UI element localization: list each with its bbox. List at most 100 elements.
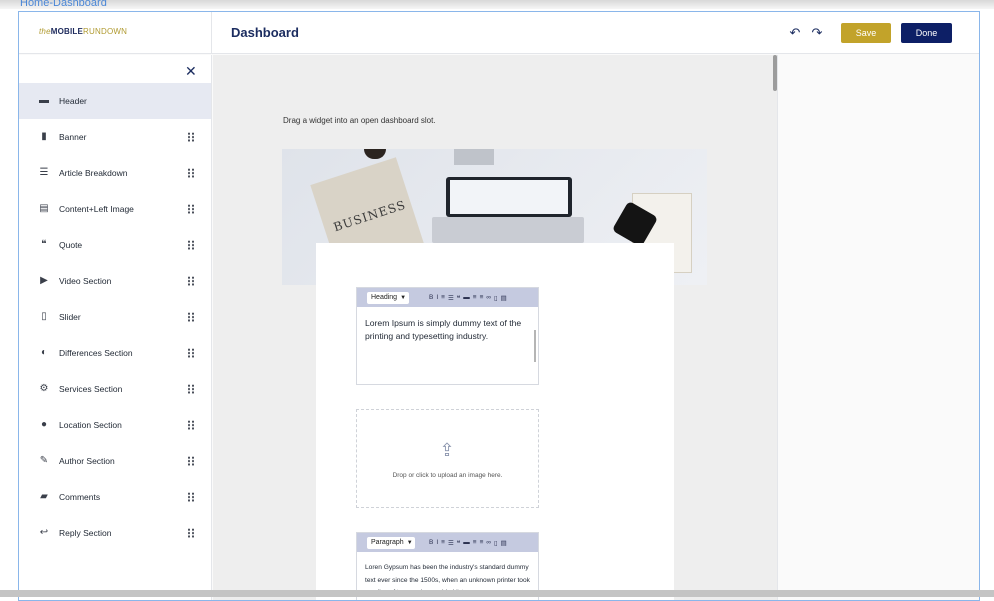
editor-frame: theMOBILERUNDOWN Dashboard ↶ ↷ Save Done… [18,11,980,601]
chevron-down-icon: ▼ [400,294,407,301]
location-pin-icon: ● [40,419,48,430]
heading-editor[interactable]: Heading ▼ B I ≡ ☰ ❝ ▬ ≡ ≡ ∞ ▯ ▤ Lorem Ip… [356,287,539,385]
logo-bold: MOBILE [50,27,84,36]
logo: theMOBILERUNDOWN [39,27,127,36]
file-icon[interactable]: ▯ [494,294,498,302]
mug-shape [364,149,386,159]
drag-handle-icon[interactable] [187,132,195,142]
sidebar-item-comments[interactable]: ▰ Comments [19,479,211,515]
sidebar-item-article-breakdown[interactable]: ☰ Article Breakdown [19,155,211,191]
quote-icon[interactable]: ❝ [457,294,461,302]
sidebar-item-label: Header [59,96,87,106]
drag-handle-icon[interactable] [187,168,195,178]
sidebar-item-slider[interactable]: ▯ Slider [19,299,211,335]
toggle-icon: ◐ [40,347,48,358]
italic-icon[interactable]: I [436,539,438,547]
sidebar-item-banner[interactable]: ▮ Banner [19,119,211,155]
laptop-base-shape [432,217,584,243]
drag-handle-icon[interactable] [187,240,195,250]
sidebar-item-header[interactable]: ▬ Header [19,83,211,119]
banner-icon: ▮ [41,131,47,142]
sidebar-item-location-section[interactable]: ● Location Section [19,407,211,443]
sidebar-item-label: Services Section [59,384,123,394]
italic-icon[interactable]: I [436,294,438,302]
sidebar-item-label: Video Section [59,276,112,286]
editor-scrollbar[interactable] [534,330,536,362]
quote-icon: ❝ [41,239,47,250]
quote-icon[interactable]: ❝ [457,539,461,547]
undo-icon[interactable]: ↶ [787,25,803,41]
image-icon[interactable]: ▤ [501,539,507,547]
drag-handle-icon[interactable] [187,312,195,322]
logo-prefix: the [39,27,51,36]
drag-handle-icon[interactable] [187,348,195,358]
done-button[interactable]: Done [901,23,952,43]
pencil-icon: ✎ [39,455,49,466]
top-shadow [0,0,994,9]
upload-icon: ⇪ [439,440,455,460]
sidebar-item-video-section[interactable]: ▶ Video Section [19,263,211,299]
sidebar-item-quote[interactable]: ❝ Quote [19,227,211,263]
align-left-icon[interactable]: ▬ [463,294,470,302]
sidebar-item-reply-section[interactable]: ↩ Reply Section [19,515,211,551]
bold-icon[interactable]: B [429,539,433,547]
sidebar-item-label: Differences Section [59,348,133,358]
strike-icon[interactable]: ≡ [441,539,445,547]
sidebar-item-services-section[interactable]: ⚙ Services Section [19,371,211,407]
upload-hint: Drop or click to upload an image here. [392,472,503,479]
drag-handle-icon[interactable] [187,276,195,286]
drag-handle-icon[interactable] [187,420,195,430]
align-right-icon[interactable]: ≡ [480,539,484,547]
list-icon[interactable]: ☰ [448,294,454,302]
drag-handle-icon[interactable] [187,528,195,538]
link-icon[interactable]: ∞ [486,294,491,302]
sidebar-item-content-left-image[interactable]: ▤ Content+Left Image [19,191,211,227]
sidebar-item-author-section[interactable]: ✎ Author Section [19,443,211,479]
bottom-scrollbar[interactable] [0,590,994,597]
breadcrumb[interactable]: Home-Dashboard [20,0,107,9]
strike-icon[interactable]: ≡ [441,294,445,302]
link-icon[interactable]: ∞ [486,539,491,547]
right-panel [777,55,979,600]
image-icon[interactable]: ▤ [501,294,507,302]
content-card: Heading ▼ B I ≡ ☰ ❝ ▬ ≡ ≡ ∞ ▯ ▤ Lorem Ip… [316,243,674,600]
align-right-icon[interactable]: ≡ [480,294,484,302]
top-bar: theMOBILERUNDOWN Dashboard ↶ ↷ Save Done [19,12,979,54]
formatting-tools: B I ≡ ☰ ❝ ▬ ≡ ≡ ∞ ▯ ▤ [429,294,507,302]
sidebar-item-label: Comments [59,492,101,502]
chevron-down-icon: ▼ [406,539,413,546]
save-button[interactable]: Save [841,23,891,43]
close-icon[interactable]: ✕ [185,63,197,80]
format-select[interactable]: Heading ▼ [367,291,409,304]
sidebar-item-label: Quote [59,240,83,250]
drag-handle-icon[interactable] [187,492,195,502]
formatting-tools: B I ≡ ☰ ❝ ▬ ≡ ≡ ∞ ▯ ▤ [429,539,507,547]
slider-icon: ▯ [41,311,47,322]
logo-suffix: RUNDOWN [83,27,128,36]
video-icon: ▶ [40,275,48,286]
reply-icon: ↩ [39,527,49,538]
widget-sidebar: ✕ ▬ Header ▮ Banner ☰ Article Breakdown … [19,55,212,600]
sidebar-item-differences-section[interactable]: ◐ Differences Section [19,335,211,371]
sidebar-item-label: Slider [59,312,81,322]
editor-toolbar: Heading ▼ B I ≡ ☰ ❝ ▬ ≡ ≡ ∞ ▯ ▤ [357,288,538,307]
drag-handle-icon[interactable] [187,384,195,394]
file-icon[interactable]: ▯ [494,539,498,547]
image-upload-zone[interactable]: ⇪ Drop or click to upload an image here. [356,409,539,508]
drag-handle-icon[interactable] [187,204,195,214]
drag-handle-icon[interactable] [187,456,195,466]
drag-hint: Drag a widget into an open dashboard slo… [283,116,436,125]
bold-icon[interactable]: B [429,294,433,302]
redo-icon[interactable]: ↷ [809,25,825,41]
comments-icon: ▰ [40,491,48,502]
format-select[interactable]: Paragraph ▼ [367,536,415,549]
align-center-icon[interactable]: ≡ [473,294,477,302]
heading-text[interactable]: Lorem Ipsum is simply dummy text of the … [357,307,538,353]
align-center-icon[interactable]: ≡ [473,539,477,547]
page-title: Dashboard [231,25,299,40]
laptop-screen-shape [450,180,568,214]
list-icon[interactable]: ☰ [448,539,454,547]
sidebar-item-label: Location Section [59,420,122,430]
divider [211,12,212,54]
align-left-icon[interactable]: ▬ [463,539,470,547]
